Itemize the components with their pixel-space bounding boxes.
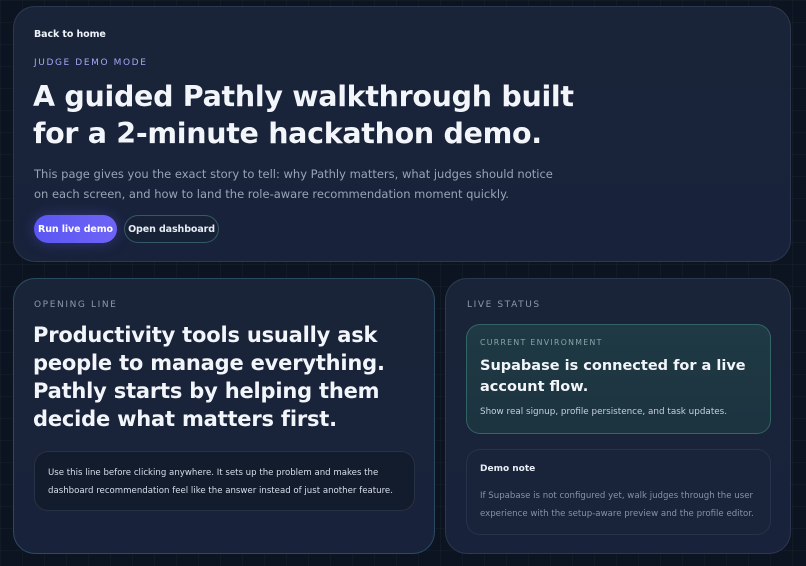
environment-eyebrow: CURRENT ENVIRONMENT [480, 338, 603, 347]
environment-description: Show real signup, profile persistence, a… [480, 407, 728, 417]
back-to-home-link[interactable]: Back to home [34, 29, 106, 40]
environment-title: Supabase is connected for a live account… [480, 358, 746, 395]
opening-line-text: Productivity tools usually ask people to… [33, 323, 385, 431]
demo-note-box: Demo note If Supabase is not configured … [466, 449, 771, 535]
run-live-demo-button[interactable]: Run live demo [34, 215, 117, 243]
opening-tip: Use this line before clicking anywhere. … [34, 451, 415, 511]
hero-description: This page gives you the exact story to t… [34, 167, 553, 201]
current-environment-box: CURRENT ENVIRONMENT Supabase is connecte… [466, 324, 771, 434]
hero-eyebrow: JUDGE DEMO MODE [34, 58, 148, 68]
demo-note-title: Demo note [480, 464, 536, 474]
page-title: A guided Pathly walkthrough built for a … [33, 80, 574, 150]
live-status-card: LIVE STATUS CURRENT ENVIRONMENT Supabase… [445, 278, 791, 554]
status-eyebrow: LIVE STATUS [467, 300, 541, 310]
hero-card: Back to home JUDGE DEMO MODE A guided Pa… [13, 6, 791, 262]
demo-note-description: If Supabase is not configured yet, walk … [480, 491, 754, 519]
open-dashboard-button[interactable]: Open dashboard [124, 215, 219, 243]
opening-eyebrow: OPENING LINE [34, 300, 118, 310]
opening-line-card: OPENING LINE Productivity tools usually … [13, 278, 435, 554]
